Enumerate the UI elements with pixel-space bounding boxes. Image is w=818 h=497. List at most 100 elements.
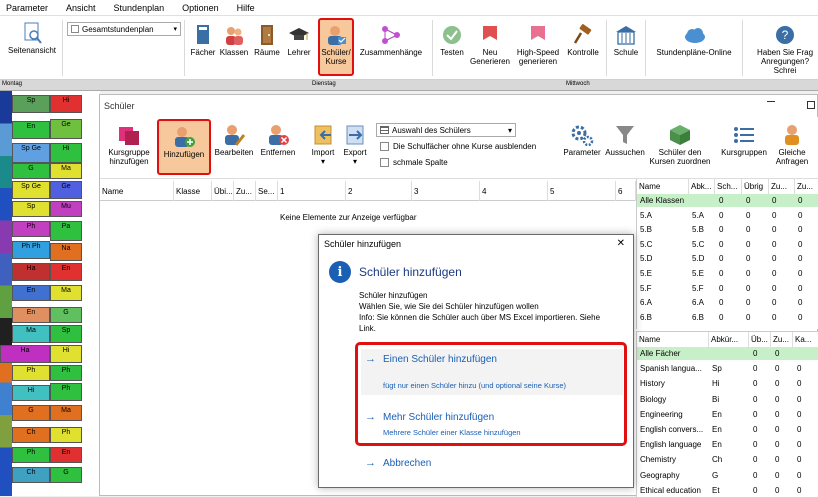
tt-cell[interactable]: Ha	[0, 345, 50, 363]
subjects-col-abk[interactable]: Abkür...	[709, 332, 749, 347]
tt-cell[interactable]: Ph	[50, 365, 82, 381]
hinzufuegen-button[interactable]: Hinzufügen	[157, 119, 211, 175]
subject-row[interactable]: History Hi 0 0 0	[637, 377, 818, 390]
classes-col-abk[interactable]: Abk...	[689, 179, 715, 194]
option-more-students[interactable]: → Mehr Schüler hinzufügen Mehrere Schüle…	[361, 407, 623, 441]
tt-cell[interactable]: Ha	[12, 263, 50, 281]
tt-cell[interactable]: G	[50, 307, 82, 323]
entfernen-button[interactable]: Entfernen	[256, 123, 300, 157]
schule-button[interactable]: Schule	[610, 24, 642, 57]
option-one-student[interactable]: → Einen Schüler hinzufügen fügt nur eine…	[361, 349, 623, 395]
col-se[interactable]: Se...	[256, 181, 278, 201]
class-row[interactable]: Alle Klassen 0 0 0 0	[637, 194, 818, 207]
aussuchen-button[interactable]: Aussuchen	[604, 123, 646, 157]
seitenansicht-button[interactable]: Seitenansicht	[4, 22, 60, 55]
classes-col-name[interactable]: Name	[637, 179, 689, 194]
tt-cell[interactable]: Ph Ph	[12, 241, 50, 259]
tt-cell[interactable]: Ma	[12, 325, 50, 343]
kursgruppen-button[interactable]: Kursgruppen	[716, 123, 772, 157]
import-button[interactable]: Import ▾	[308, 123, 338, 166]
stundenplaene-online-button[interactable]: Stundenpläne-Online	[650, 24, 738, 57]
col-6[interactable]: 6	[616, 181, 636, 201]
checkbox-box[interactable]	[380, 142, 389, 151]
col-name[interactable]: Name	[100, 181, 174, 201]
col-2[interactable]: 2	[346, 181, 412, 201]
tt-cell[interactable]: Ch	[12, 427, 50, 443]
subject-row[interactable]: Geography G 0 0 0	[637, 469, 818, 482]
faecher-button[interactable]: Fächer	[188, 24, 218, 57]
maximize-icon[interactable]	[807, 101, 815, 109]
classes-col-zu2[interactable]: Zu...	[795, 179, 818, 194]
subject-row[interactable]: Chemistry Ch 0 0 0	[637, 453, 818, 466]
subject-row[interactable]: English language En 0 0 0	[637, 438, 818, 451]
tt-cell[interactable]: Ma	[50, 163, 82, 179]
auswahl-select[interactable]: Auswahl des Schülers ▾	[376, 123, 516, 137]
tt-cell[interactable]: G	[12, 163, 50, 179]
subjects-col-ueb[interactable]: Üb...	[749, 332, 771, 347]
tt-cell[interactable]: Mu	[50, 201, 82, 217]
schueler-kurse-button[interactable]: Schüler/ Kurse	[318, 18, 354, 76]
class-row[interactable]: 5.F 5.F 0 0 0 0	[637, 282, 818, 295]
subject-row[interactable]: Ethical education Et 0 0 0	[637, 484, 818, 497]
subjects-col-name[interactable]: Name	[637, 332, 709, 347]
kursgruppe-hinzufuegen-button[interactable]: Kursgruppe hinzufügen	[104, 123, 154, 166]
tt-cell[interactable]: Ch	[12, 467, 50, 483]
checkbox-box[interactable]	[380, 158, 389, 167]
class-row[interactable]: 5.A 5.A 0 0 0 0	[637, 209, 818, 222]
kursen-zuordnen-button[interactable]: Schüler den Kursen zuordnen	[646, 123, 714, 166]
subject-row[interactable]: Spanish langua... Sp 0 0 0	[637, 362, 818, 375]
schmale-spalte-checkbox[interactable]: schmale Spalte	[380, 158, 448, 167]
tt-cell[interactable]: En	[50, 447, 82, 463]
cancel-button[interactable]: → Abbrechen	[361, 455, 481, 475]
high-speed-button[interactable]: High-Speed generieren	[513, 24, 563, 66]
col-uebrig[interactable]: Übi...	[212, 181, 234, 201]
tt-cell[interactable]: Na	[50, 243, 82, 261]
kontrolle-button[interactable]: Kontrolle	[562, 24, 604, 57]
neu-generieren-button[interactable]: Neu Generieren	[467, 24, 513, 66]
lehrer-button[interactable]: Lehrer	[283, 24, 315, 57]
col-5[interactable]: 5	[548, 181, 616, 201]
class-row[interactable]: 5.D 5.D 0 0 0 0	[637, 252, 818, 265]
zusammenhaenge-button[interactable]: Zusammenhänge	[355, 24, 427, 57]
testen-button[interactable]: Testen	[436, 24, 468, 57]
export-button[interactable]: Export ▾	[340, 123, 370, 166]
tt-cell[interactable]: Ge	[50, 181, 82, 199]
tt-cell[interactable]: En	[12, 121, 50, 139]
class-row[interactable]: 6.A 6.A 0 0 0 0	[637, 296, 818, 309]
tt-cell[interactable]: Hi	[50, 143, 82, 163]
tt-cell[interactable]: Ph	[50, 383, 82, 401]
help-button[interactable]: ? Haben Sie Frag Anregungen? Schrei	[752, 24, 818, 75]
tt-cell[interactable]: Hi	[12, 385, 50, 401]
subjects-col-zu[interactable]: Zu...	[771, 332, 793, 347]
tt-cell[interactable]: En	[12, 307, 50, 323]
menu-ansicht[interactable]: Ansicht	[60, 3, 108, 13]
tt-cell[interactable]: Ph	[50, 427, 82, 443]
class-row[interactable]: 5.B 5.B 0 0 0 0	[637, 223, 818, 236]
tt-cell[interactable]: Ph	[12, 365, 50, 381]
classes-col-uebrig[interactable]: Übrig	[742, 179, 769, 194]
tt-cell[interactable]: Hi	[50, 345, 82, 363]
menu-parameter[interactable]: Parameter	[0, 3, 60, 13]
gleiche-anfragen-button[interactable]: Gleiche Anfragen	[772, 123, 812, 166]
tt-cell[interactable]: Pa	[50, 221, 82, 241]
class-row[interactable]: 5.E 5.E 0 0 0 0	[637, 267, 818, 280]
class-row[interactable]: 6.B 6.B 0 0 0 0	[637, 311, 818, 324]
tt-cell[interactable]: Ph	[12, 447, 50, 463]
subject-row[interactable]: Biology Bi 0 0 0	[637, 393, 818, 406]
tt-cell[interactable]: Ma	[50, 405, 82, 421]
tt-cell[interactable]: Ph	[12, 221, 50, 237]
klassen-button[interactable]: Klassen	[218, 24, 250, 57]
tt-cell[interactable]: Sp	[12, 201, 50, 217]
col-3[interactable]: 3	[412, 181, 480, 201]
class-row[interactable]: 5.C 5.C 0 0 0 0	[637, 238, 818, 251]
col-1[interactable]: 1	[278, 181, 346, 201]
menu-hilfe[interactable]: Hilfe	[231, 3, 267, 13]
subjects-col-ka[interactable]: Ka...	[793, 332, 818, 347]
tt-cell[interactable]: En	[50, 263, 82, 281]
col-zu[interactable]: Zu...	[234, 181, 256, 201]
subject-row[interactable]: Engineering En 0 0 0	[637, 408, 818, 421]
tt-cell[interactable]: Sp	[50, 325, 82, 343]
tt-cell[interactable]: En	[12, 285, 50, 301]
classes-col-zu1[interactable]: Zu...	[769, 179, 795, 194]
tt-cell[interactable]: Sp Ge	[12, 181, 50, 199]
